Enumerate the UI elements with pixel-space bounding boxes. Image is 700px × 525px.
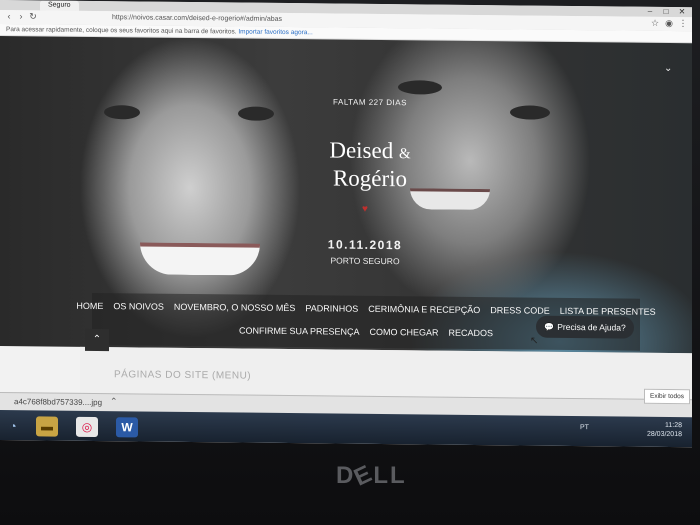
menu-item-os-noivos[interactable]: OS NOIVOS (113, 301, 164, 312)
menu-item-recados[interactable]: RECADOS (449, 328, 494, 338)
menu-item-cerimonia[interactable]: CERIMÔNIA E RECEPÇÃO (368, 304, 480, 315)
menu-dots-icon[interactable]: ⋮ (678, 18, 688, 28)
menu-item-dress-code[interactable]: DRESS CODE (490, 305, 550, 316)
photo-detail (104, 105, 140, 120)
mouse-cursor-icon: ↖ (530, 335, 539, 347)
tray-clock[interactable]: 11:28 28/03/2018 (647, 421, 682, 439)
screen: Seguro – □ ✕ ‹ › ↻ https://noivos.casar.… (0, 0, 692, 448)
photo-detail (510, 105, 550, 120)
hero-photo: ⌄ FALTAM 227 DIAS Deised & Rogério ♥ 10.… (0, 36, 692, 354)
menu-item-confirme[interactable]: CONFIRME SUA PRESENÇA (239, 326, 360, 337)
menu-row-1: HOME OS NOIVOS NOVEMBRO, O NOSSO MÊS PAD… (76, 301, 655, 317)
bride-name: Deised (329, 137, 394, 164)
menu-item-home[interactable]: HOME (76, 301, 103, 311)
forward-icon[interactable]: › (16, 11, 26, 21)
wedding-date: 10.11.2018 (327, 237, 403, 253)
folder-icon[interactable]: ▬ (36, 416, 58, 437)
ampersand: & (398, 146, 411, 163)
browser-tab[interactable]: Seguro (40, 0, 79, 11)
chevron-up-icon[interactable]: ⌃ (110, 396, 118, 407)
tray-language[interactable]: PT (580, 424, 589, 431)
star-icon[interactable]: ☆ (650, 18, 660, 28)
help-label: Precisa de Ajuda? (557, 321, 626, 333)
couple-names: Deised & Rogério (300, 137, 440, 192)
chrome-icon[interactable]: ◎ (76, 416, 98, 438)
extension-icon[interactable]: ◉ (664, 18, 674, 28)
groom-name: Rogério (332, 165, 408, 192)
photo-detail (140, 242, 260, 276)
chat-icon: 💬 (544, 322, 555, 332)
countdown-text: FALTAM 227 DIAS (333, 97, 407, 108)
dell-logo: DELL (336, 459, 407, 492)
word-icon[interactable]: W (116, 417, 138, 438)
heart-icon: ♥ (362, 203, 368, 215)
chevron-up-icon: ⌃ (92, 333, 102, 346)
photo-detail (398, 80, 442, 95)
wedding-city: PORTO SEGURO (330, 255, 400, 267)
section-title: PÁGINAS DO SITE (MENU) (114, 369, 252, 382)
menu-item-padrinhos[interactable]: PADRINHOS (305, 303, 358, 314)
download-file-name[interactable]: a4c768f8bd757339....jpg (14, 397, 102, 407)
show-all-button[interactable]: Exibir todos (644, 388, 690, 405)
back-icon[interactable]: ‹ (4, 11, 14, 21)
tray-date: 28/03/2018 (646, 430, 682, 439)
chevron-down-icon[interactable]: ⌄ (664, 63, 672, 74)
scroll-top-button[interactable]: ⌃ (85, 328, 109, 352)
minimize-icon[interactable]: – (642, 7, 658, 17)
photo-detail (238, 106, 274, 121)
maximize-icon[interactable]: □ (658, 7, 674, 17)
tab-title: Seguro (48, 1, 71, 9)
bookmarks-hint: Para acessar rapidamente, coloque os seu… (6, 26, 237, 36)
url-field[interactable]: https://noivos.casar.com/deised-e-rogeri… (112, 12, 282, 25)
menu-item-como-chegar[interactable]: COMO CHEGAR (370, 327, 439, 338)
help-button[interactable]: 💬 Precisa de Ajuda? (536, 315, 634, 339)
tray-time: 11:28 (665, 421, 682, 430)
close-icon[interactable]: ✕ (674, 7, 690, 17)
menu-item-novembro[interactable]: NOVEMBRO, O NOSSO MÊS (174, 302, 296, 313)
reload-icon[interactable]: ↻ (28, 11, 38, 21)
import-bookmarks-link[interactable]: Importar favoritos agora... (238, 28, 312, 36)
start-icon[interactable]: ◔ (2, 416, 24, 436)
